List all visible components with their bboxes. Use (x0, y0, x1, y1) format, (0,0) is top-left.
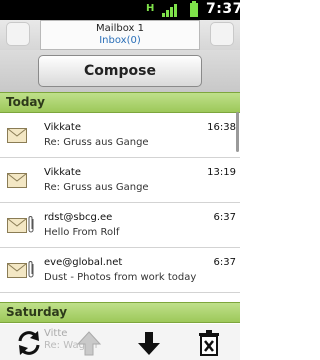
message-time: 6:37 (213, 212, 236, 223)
signal-icon (162, 3, 182, 17)
attachment-icon (28, 216, 34, 233)
mailbox-name: Mailbox 1 (96, 23, 144, 34)
message-subject: Hello From Rolf (44, 227, 120, 238)
message-time: 13:19 (207, 167, 236, 178)
message-time: 16:38 (207, 122, 236, 133)
message-row[interactable]: Vikkate Re: Gruss aus Gange 13:19 (0, 159, 240, 203)
message-subject: Re: Gruss aus Gange (44, 182, 149, 193)
message-sender: rdst@sbcg.ee (44, 212, 113, 223)
message-subject: Dust - Photos from work today (44, 272, 197, 283)
message-row[interactable]: Vikkate Re: Gruss aus Gange 16:38 (0, 114, 240, 158)
attachment-icon (28, 261, 34, 278)
message-time: 6:37 (213, 257, 236, 268)
message-sender: eve@global.net (44, 257, 123, 268)
envelope-icon (7, 218, 27, 233)
right-header-tab[interactable] (210, 22, 234, 46)
envelope-icon (7, 263, 27, 278)
compose-button[interactable]: Compose (38, 55, 202, 87)
mailbox-selector[interactable]: Mailbox 1 Inbox(0) (40, 20, 200, 50)
status-clock: 7:37 (206, 1, 243, 17)
delete-icon[interactable] (194, 328, 224, 358)
left-header-tab[interactable] (6, 22, 30, 46)
message-row[interactable]: eve@global.net Dust - Photos from work t… (0, 249, 240, 293)
envelope-icon (7, 128, 27, 143)
message-sender: Vikkate (44, 122, 82, 133)
section-label: Saturday (6, 305, 68, 319)
up-arrow-icon[interactable] (74, 328, 104, 358)
down-arrow-icon[interactable] (134, 328, 164, 358)
message-row[interactable]: rdst@sbcg.ee Hello From Rolf 6:37 (0, 204, 240, 248)
envelope-icon (7, 173, 27, 188)
network-type-icon: H (146, 3, 155, 14)
message-sender: Vikkate (44, 167, 82, 178)
bottom-toolbar (0, 326, 240, 360)
battery-icon (190, 1, 198, 17)
section-header-today: Today (0, 92, 240, 113)
inbox-count[interactable]: Inbox(0) (41, 35, 199, 47)
section-header-saturday: Saturday (0, 302, 240, 323)
message-subject: Re: Gruss aus Gange (44, 137, 149, 148)
refresh-icon[interactable] (14, 328, 44, 358)
status-bar: H 7:37 (0, 0, 243, 20)
scrollbar[interactable] (236, 112, 239, 152)
section-label: Today (6, 95, 45, 109)
